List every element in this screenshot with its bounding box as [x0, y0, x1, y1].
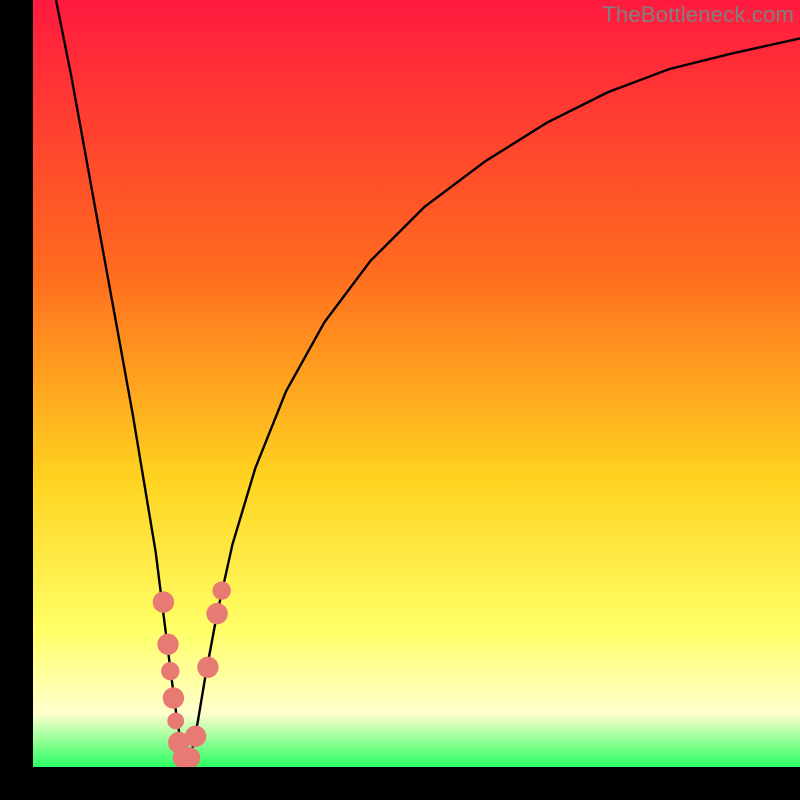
data-marker	[153, 591, 174, 612]
data-marker	[161, 662, 179, 680]
data-marker	[167, 713, 184, 730]
chart-frame: TheBottleneck.com	[33, 0, 800, 767]
data-marker	[185, 726, 206, 747]
watermark-text: TheBottleneck.com	[602, 2, 794, 28]
gradient-background	[33, 0, 800, 767]
data-marker	[206, 603, 227, 624]
data-marker	[213, 581, 231, 599]
data-marker	[163, 687, 184, 708]
bottleneck-chart	[33, 0, 800, 767]
data-marker	[197, 657, 218, 678]
data-marker	[157, 634, 178, 655]
